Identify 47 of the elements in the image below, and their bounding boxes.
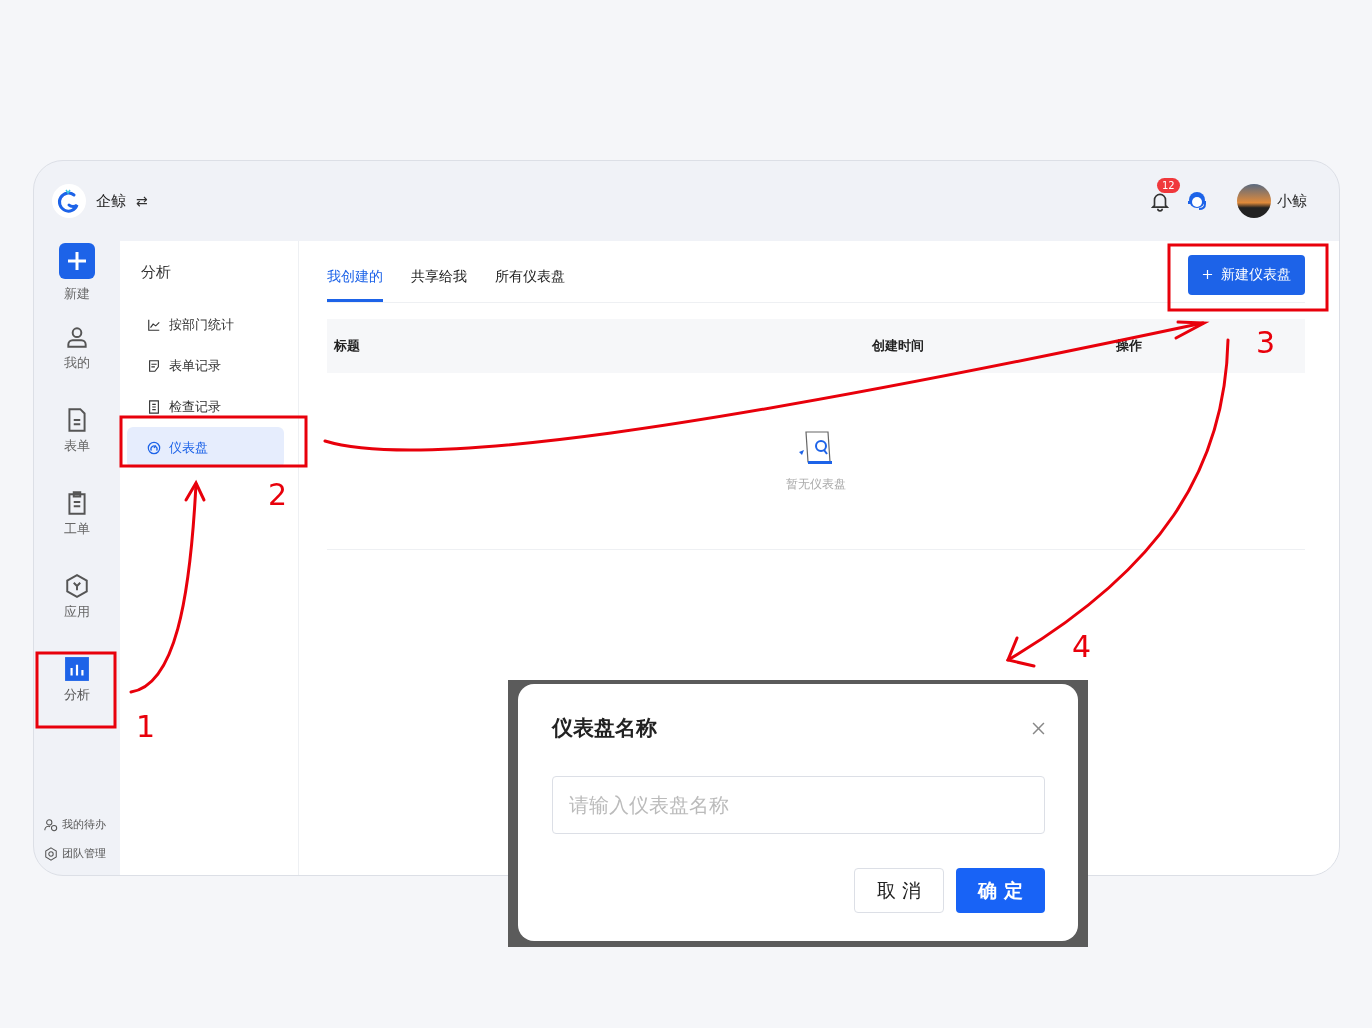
support-agent-icon[interactable]	[1185, 189, 1209, 213]
dashboard-name-input[interactable]: 请输入仪表盘名称	[552, 776, 1045, 834]
tab[interactable]: 我创建的	[327, 255, 383, 302]
column-header: 创建时间	[872, 337, 925, 355]
step-number: 4	[1072, 632, 1092, 662]
user-clock-icon	[44, 817, 58, 832]
close-icon[interactable]	[1032, 721, 1045, 735]
form-icon	[147, 358, 161, 373]
step-number: 1	[136, 712, 156, 742]
tab[interactable]: 所有仪表盘	[495, 255, 565, 302]
footer-link[interactable]: 团队管理	[44, 846, 120, 861]
section-title: 分析	[140, 263, 172, 282]
whale-logo-icon	[52, 184, 86, 218]
footer-link[interactable]: 我的待办	[44, 817, 120, 832]
empty-state-text: 暂无仪表盘	[786, 475, 846, 493]
tab[interactable]: 共享给我	[411, 255, 467, 302]
dialog-title: 仪表盘名称	[552, 715, 657, 742]
confirm-button[interactable]: 确 定	[956, 868, 1045, 913]
nav-item[interactable]: 表单	[64, 407, 90, 490]
switch-company-icon[interactable]: ⇄	[136, 193, 148, 209]
user-icon	[64, 324, 90, 350]
notification-count-badge: 12	[1157, 178, 1180, 193]
nav-item[interactable]: 新建	[59, 241, 95, 324]
nav-item[interactable]: 分析	[64, 656, 90, 739]
settings-icon	[44, 846, 58, 861]
plus-icon	[59, 241, 95, 281]
line-chart-icon	[147, 317, 161, 332]
step-number: 2	[268, 480, 288, 510]
column-header: 标题	[333, 337, 361, 355]
nav-item[interactable]: 我的	[64, 324, 90, 407]
submenu-item[interactable]: 检查记录	[127, 386, 284, 427]
nav-item[interactable]: 工单	[64, 490, 90, 573]
gauge-icon	[147, 440, 161, 455]
step-number: 3	[1256, 328, 1276, 358]
bar-chart-icon	[64, 656, 90, 682]
new-dashboard-button[interactable]: 新建仪表盘	[1188, 254, 1305, 295]
company-name[interactable]: 企鲸	[96, 191, 126, 211]
cancel-button[interactable]: 取 消	[854, 868, 945, 913]
submenu-item[interactable]: 表单记录	[127, 345, 284, 386]
avatar-placeholder[interactable]	[1237, 184, 1271, 218]
nav-item[interactable]: 应用	[64, 573, 90, 656]
user-name[interactable]: 小鲸	[1277, 191, 1307, 211]
plus-icon	[1202, 269, 1213, 280]
submenu-item[interactable]: 仪表盘	[127, 427, 284, 468]
submenu-item[interactable]: 按部门统计	[127, 304, 284, 345]
hexagon-icon	[64, 573, 90, 599]
document-icon	[147, 399, 161, 414]
